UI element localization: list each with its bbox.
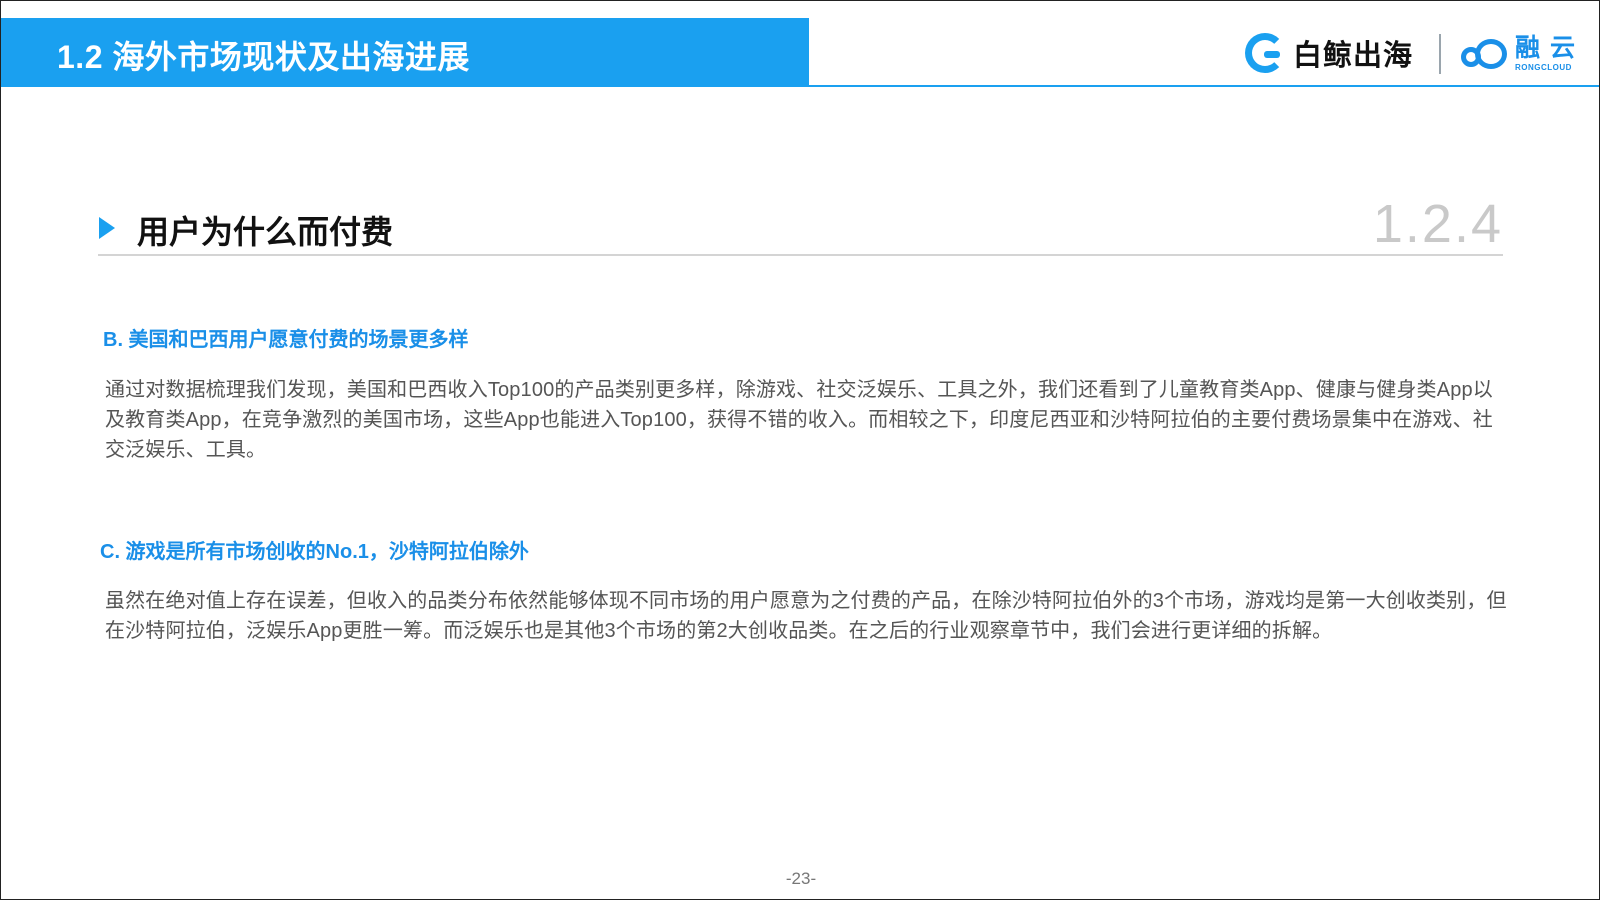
baijing-logo-icon	[1245, 33, 1285, 73]
page-number: -23-	[785, 869, 817, 888]
block-heading-c: C. 游戏是所有市场创收的No.1，沙特阿拉伯除外	[100, 541, 529, 563]
block-body-b: 通过对数据梳理我们发现，美国和巴西收入Top100的产品类别更多样，除游戏、社交…	[105, 379, 1493, 461]
header-divider	[1, 85, 1599, 87]
subsection-divider	[98, 254, 1503, 256]
section-title: 1.2 海外市场现状及出海进展	[57, 39, 470, 75]
play-triangle-icon	[99, 217, 115, 239]
block-body-c: 虽然在绝对值上存在误差，但收入的品类分布依然能够体现不同市场的用户愿意为之付费的…	[105, 590, 1507, 642]
baijing-logo: 白鲸出海	[1245, 31, 1413, 75]
rongcloud-logo-cn: 融云	[1515, 34, 1586, 62]
subsection-title: 用户为什么而付费	[137, 214, 394, 250]
rongcloud-logo-icon	[1461, 39, 1509, 69]
subsection-number: 1.2.4	[1372, 194, 1503, 254]
slide: 1.2 海外市场现状及出海进展 白鲸出海 融云 RONGCLOUD 用户为什么而…	[0, 0, 1600, 900]
baijing-logo-text: 白鲸出海	[1293, 40, 1414, 72]
block-heading-b: B. 美国和巴西用户愿意付费的场景更多样	[103, 329, 469, 351]
logo-divider	[1439, 34, 1441, 74]
rongcloud-logo-en: RONGCLOUD	[1515, 63, 1572, 72]
rongcloud-logo: 融云 RONGCLOUD	[1461, 32, 1585, 76]
